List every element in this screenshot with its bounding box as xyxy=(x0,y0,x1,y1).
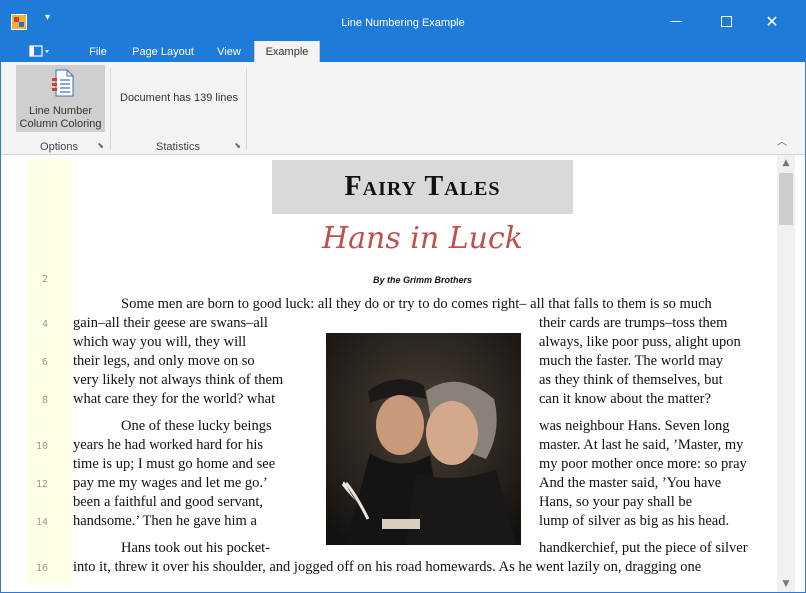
portrait-image xyxy=(326,333,521,545)
text-line: years he had worked hard for his xyxy=(73,437,264,453)
dialog-launcher-icon[interactable]: ⬊ xyxy=(234,141,241,150)
line-number-column-coloring-button[interactable]: Line Number Column Coloring xyxy=(16,65,105,132)
text-line: much the faster. The world may xyxy=(539,353,724,369)
grimm-brothers-portrait xyxy=(326,333,521,545)
text-line: my poor mother once more: so pray xyxy=(539,456,747,472)
line-number-button-label: Line Number Column Coloring xyxy=(16,105,105,131)
text-line: Some men are born to good luck: all they… xyxy=(121,296,712,312)
app-window: ▾ Line Numbering Example — ✕ File Page L… xyxy=(0,0,806,593)
document-byline: By the Grimm Brothers xyxy=(372,275,473,285)
text-line: handkerchief, put the piece of silver xyxy=(539,540,748,556)
text-line: been a faithful and good servant, xyxy=(73,494,264,510)
line-number: 14 xyxy=(35,517,48,528)
text-line: master. At last he said, ’Master, my xyxy=(539,437,744,453)
text-line: always, like poor puss, alight upon xyxy=(539,334,741,350)
text-line: their cards are trumps–toss them xyxy=(539,315,728,331)
button-label-line1: Line Number xyxy=(29,105,92,117)
line-number: 16 xyxy=(35,563,48,574)
scroll-down-icon[interactable]: ▼ xyxy=(777,576,795,592)
text-line: time is up; I must go home and see xyxy=(73,456,276,472)
text-line: was neighbour Hans. Seven long xyxy=(539,418,730,434)
document-title-box: Fairy Tales xyxy=(272,160,573,214)
line-number: 8 xyxy=(41,395,48,406)
line-number: 10 xyxy=(35,441,48,452)
tab-example[interactable]: Example xyxy=(254,41,320,62)
text-line: which way you will, they will xyxy=(73,334,247,350)
group-separator xyxy=(246,68,247,150)
line-number: 12 xyxy=(35,479,48,490)
text-line: into it, threw it over his shoulder, and… xyxy=(73,559,702,575)
statistics-group-label: Statistics xyxy=(155,141,200,153)
text-line: very likely not always think of them xyxy=(73,372,284,388)
scroll-up-icon[interactable]: ▲ xyxy=(777,155,795,171)
text-line: pay me my wages and let me go.’ xyxy=(73,475,268,491)
document-page[interactable]: 2 4 6 8 10 12 14 16 Fairy Tales Hans in … xyxy=(1,155,777,592)
file-menu-button[interactable] xyxy=(23,41,57,62)
options-group-label: Options xyxy=(40,141,78,153)
maximize-icon xyxy=(720,16,732,27)
document-editor[interactable]: 2 4 6 8 10 12 14 16 Fairy Tales Hans in … xyxy=(1,155,805,592)
line-number: 4 xyxy=(41,319,48,330)
text-line: One of these lucky beings xyxy=(121,418,272,434)
document-title: Fairy Tales xyxy=(344,171,501,202)
text-line: Hans, so your pay shall be xyxy=(539,494,693,510)
ribbon-tabs: File Page Layout View Example xyxy=(1,41,805,62)
statistics-group: Document has 139 lines Statistics ⬊ xyxy=(112,62,244,154)
tab-view[interactable]: View xyxy=(209,41,249,62)
dialog-launcher-icon[interactable]: ⬊ xyxy=(97,141,104,150)
document-lines-icon xyxy=(52,69,74,97)
button-label-line2: Column Coloring xyxy=(19,118,102,130)
options-group: Line Number Column Coloring Options ⬊ xyxy=(11,62,107,154)
text-line: can it know about the matter? xyxy=(539,391,711,407)
collapse-ribbon-icon[interactable]: ︿ xyxy=(777,133,787,148)
group-separator xyxy=(110,68,111,150)
title-bar: ▾ Line Numbering Example — ✕ xyxy=(1,1,805,41)
text-line: what care they for the world? what xyxy=(73,391,276,407)
text-line: their legs, and only move on so xyxy=(73,353,255,369)
line-number: 6 xyxy=(41,357,48,368)
vertical-scrollbar[interactable]: ▲ ▼ xyxy=(777,155,795,592)
scroll-thumb[interactable] xyxy=(779,173,793,225)
text-line: lump of silver as big as his head. xyxy=(539,513,730,529)
close-button[interactable]: ✕ xyxy=(757,9,787,35)
text-line: gain–all their geese are swans–all xyxy=(73,315,268,331)
text-line: handsome.’ Then he gave him a xyxy=(73,513,257,529)
file-menu-icon xyxy=(29,45,49,57)
text-line: as they think of themselves, but xyxy=(539,372,723,388)
line-number: 2 xyxy=(41,274,48,285)
text-line: Hans took out his pocket- xyxy=(121,540,271,556)
tab-file[interactable]: File xyxy=(83,41,113,62)
document-subtitle: Hans in Luck xyxy=(322,221,523,256)
text-line: And the master said, ’You have xyxy=(539,475,722,491)
maximize-button[interactable] xyxy=(711,9,741,35)
minimize-button[interactable]: — xyxy=(661,9,691,35)
line-count-text: Document has 139 lines xyxy=(120,92,239,104)
ribbon: Line Number Column Coloring Options ⬊ Do… xyxy=(1,62,805,155)
tab-page-layout[interactable]: Page Layout xyxy=(125,41,201,62)
